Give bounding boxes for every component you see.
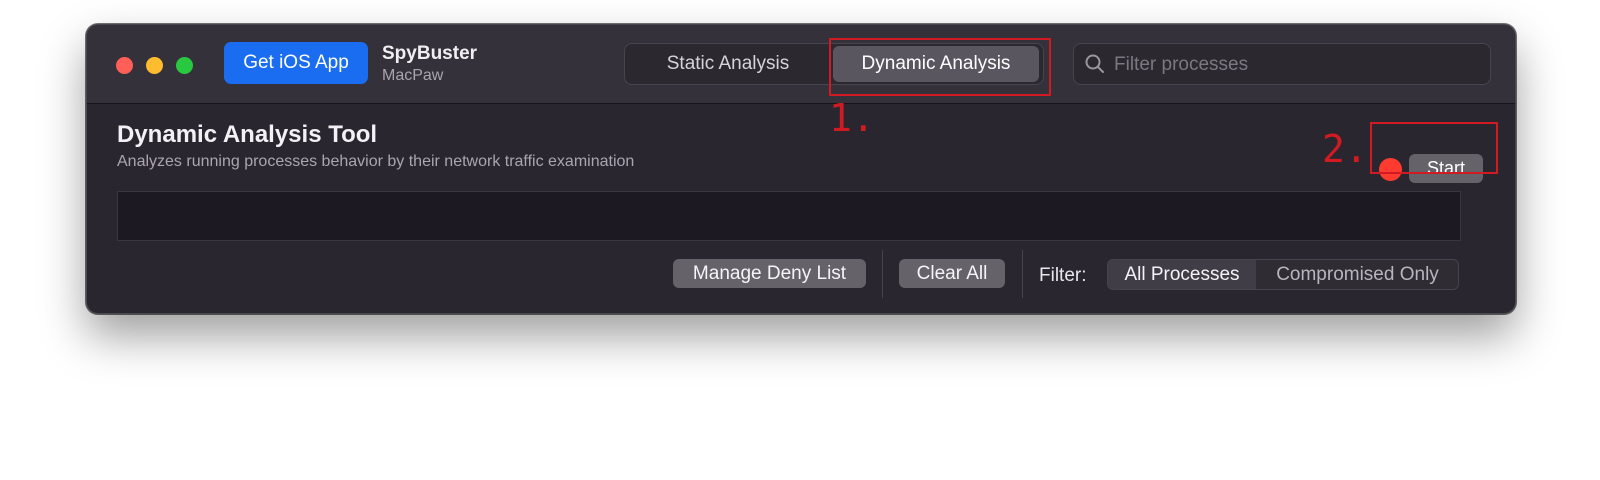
process-filter: All Processes Compromised Only bbox=[1107, 259, 1459, 290]
divider bbox=[882, 250, 883, 298]
maximize-window-button[interactable] bbox=[176, 57, 193, 74]
manage-deny-list-button[interactable]: Manage Deny List bbox=[673, 259, 866, 288]
close-window-button[interactable] bbox=[116, 57, 133, 74]
filter-compromised-only[interactable]: Compromised Only bbox=[1257, 260, 1458, 289]
traffic-log-area bbox=[117, 191, 1461, 241]
spybuster-window: Get iOS App SpyBuster MacPaw Static Anal… bbox=[86, 24, 1516, 314]
minimize-window-button[interactable] bbox=[146, 57, 163, 74]
tab-dynamic-analysis[interactable]: Dynamic Analysis bbox=[833, 46, 1039, 82]
clear-all-button[interactable]: Clear All bbox=[899, 259, 1005, 288]
app-name: SpyBuster bbox=[382, 43, 478, 64]
recording-status-indicator bbox=[1379, 158, 1402, 181]
titlebar: Get iOS App SpyBuster MacPaw Static Anal… bbox=[87, 25, 1515, 104]
divider bbox=[1022, 250, 1023, 298]
tool-title: Dynamic Analysis Tool bbox=[117, 121, 378, 148]
tab-static-analysis[interactable]: Static Analysis bbox=[625, 44, 831, 84]
filter-all-processes[interactable]: All Processes bbox=[1108, 260, 1256, 289]
get-ios-app-button[interactable]: Get iOS App bbox=[224, 42, 368, 84]
annotation-step-2: 2. bbox=[1322, 127, 1368, 171]
start-button[interactable]: Start bbox=[1409, 154, 1483, 183]
analysis-tabs: Static Analysis Dynamic Analysis bbox=[624, 43, 1044, 85]
search-icon bbox=[1084, 53, 1106, 80]
search-box bbox=[1073, 43, 1491, 86]
app-vendor: MacPaw bbox=[382, 67, 444, 84]
annotation-step-1: 1. bbox=[829, 96, 875, 140]
filter-label: Filter: bbox=[1039, 265, 1087, 286]
search-input[interactable] bbox=[1112, 44, 1476, 86]
tool-description: Analyzes running processes behavior by t… bbox=[117, 153, 635, 170]
